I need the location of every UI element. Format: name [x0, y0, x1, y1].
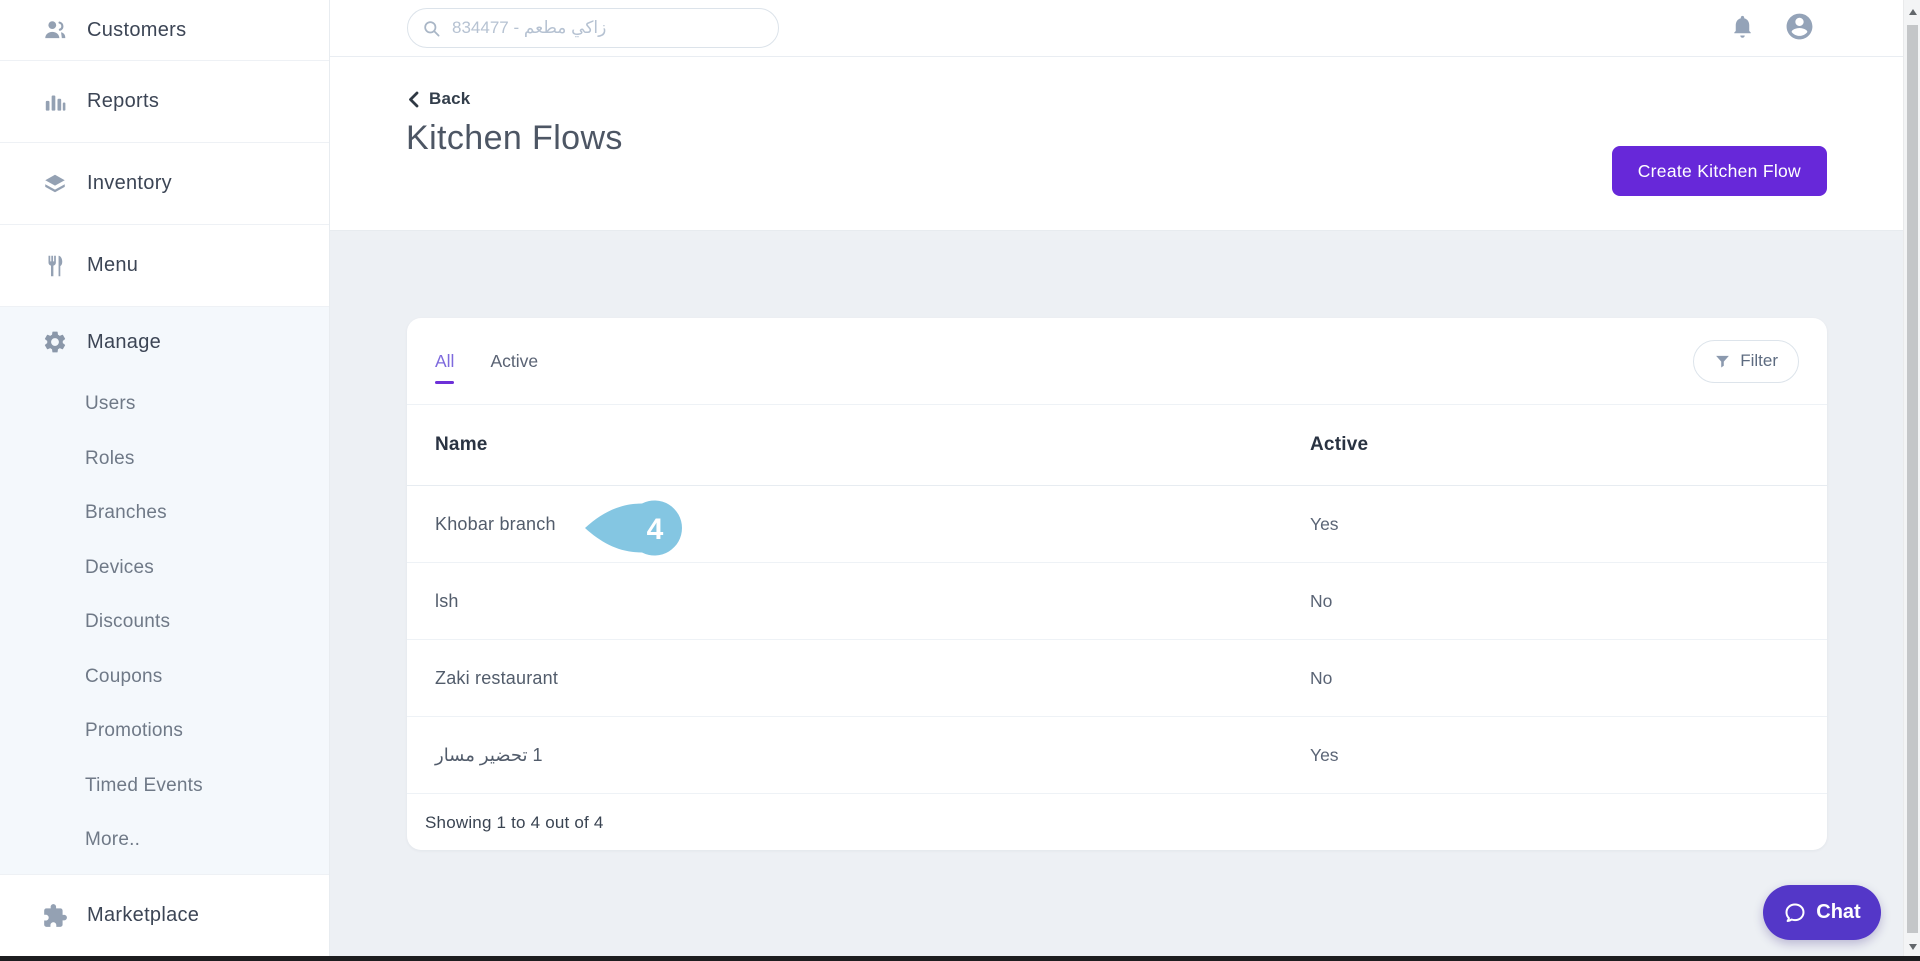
- sidebar-manage-section: Manage Users Roles Branches Devices Disc…: [0, 307, 329, 875]
- create-kitchen-flow-button[interactable]: Create Kitchen Flow: [1612, 146, 1827, 196]
- sidebar-item-label: Manage: [87, 331, 161, 354]
- page-header: Back Kitchen Flows Create Kitchen Flow: [330, 57, 1903, 231]
- table-row[interactable]: Khobar branch Yes: [407, 486, 1827, 563]
- search-icon: [422, 19, 441, 38]
- sidebar-item-customers[interactable]: Customers: [0, 0, 329, 61]
- tabs: All Active: [435, 341, 538, 382]
- showing-count-text: Showing 1 to 4 out of 4: [425, 813, 604, 833]
- sidebar-item-label: Marketplace: [87, 904, 199, 927]
- chat-label: Chat: [1816, 901, 1860, 924]
- table-row[interactable]: Zaki restaurant No: [407, 640, 1827, 717]
- sidebar-item-label: Menu: [87, 254, 138, 277]
- column-header-name: Name: [435, 434, 1310, 456]
- scrollbar[interactable]: [1903, 0, 1920, 961]
- table-header-row: Name Active: [407, 405, 1827, 486]
- gear-icon: [42, 329, 68, 355]
- inventory-layers-icon: [42, 171, 68, 197]
- filter-label: Filter: [1740, 351, 1778, 371]
- row-name: Khobar branch: [435, 514, 1310, 535]
- back-label: Back: [429, 89, 470, 109]
- user-avatar-icon[interactable]: [1784, 11, 1815, 47]
- sidebar-item-promotions[interactable]: Promotions: [0, 704, 329, 759]
- menu-cutlery-icon: [42, 253, 68, 279]
- chat-bubble-icon: [1783, 901, 1807, 925]
- marketplace-puzzle-icon: [42, 903, 68, 929]
- bell-icon[interactable]: [1729, 13, 1756, 45]
- sidebar-item-label: Reports: [87, 90, 159, 113]
- search-box: [407, 8, 779, 48]
- sidebar-item-manage[interactable]: Manage: [0, 307, 329, 377]
- sidebar-item-roles[interactable]: Roles: [0, 432, 329, 487]
- row-name: مسار‎ تحضير‎ 1: [435, 745, 1310, 766]
- chat-button[interactable]: Chat: [1763, 885, 1881, 940]
- row-active-value: Yes: [1310, 514, 1827, 535]
- card-toolbar: All Active Filter: [407, 318, 1827, 405]
- table-footer: Showing 1 to 4 out of 4: [407, 794, 1827, 851]
- app-window: Customers Reports Inventory Menu: [0, 0, 1920, 961]
- scroll-down-arrow-icon[interactable]: [1904, 938, 1920, 955]
- page-title: Kitchen Flows: [406, 119, 623, 158]
- tab-all[interactable]: All: [435, 341, 454, 382]
- back-link[interactable]: Back: [408, 89, 470, 109]
- row-active-value: No: [1310, 591, 1827, 612]
- sidebar-item-reports[interactable]: Reports: [0, 61, 329, 143]
- sidebar-item-label: Customers: [87, 19, 186, 42]
- sidebar-item-inventory[interactable]: Inventory: [0, 143, 329, 225]
- row-active-value: Yes: [1310, 745, 1827, 766]
- funnel-icon: [1714, 353, 1731, 370]
- table-row[interactable]: مسار‎ تحضير‎ 1 Yes: [407, 717, 1827, 794]
- sidebar-item-label: Inventory: [87, 172, 172, 195]
- topbar-icons: [1729, 0, 1815, 57]
- filter-button[interactable]: Filter: [1693, 340, 1799, 383]
- sidebar-item-coupons[interactable]: Coupons: [0, 650, 329, 705]
- topbar: [330, 0, 1903, 57]
- sidebar-item-menu[interactable]: Menu: [0, 225, 329, 307]
- scrollbar-thumb[interactable]: [1907, 25, 1918, 933]
- row-name: lsh: [435, 591, 1310, 612]
- sidebar-item-discounts[interactable]: Discounts: [0, 595, 329, 650]
- scroll-up-arrow-icon[interactable]: [1904, 3, 1920, 20]
- sidebar-item-timed-events[interactable]: Timed Events: [0, 759, 329, 814]
- search-input[interactable]: [452, 18, 752, 38]
- row-name: Zaki restaurant: [435, 668, 1310, 689]
- sidebar-item-devices[interactable]: Devices: [0, 541, 329, 596]
- window-bottom-edge: [0, 956, 1920, 961]
- tab-active[interactable]: Active: [490, 341, 538, 382]
- chevron-left-icon: [408, 91, 419, 108]
- sidebar-item-marketplace[interactable]: Marketplace: [0, 875, 329, 956]
- table-row[interactable]: lsh No: [407, 563, 1827, 640]
- kitchen-flows-card: All Active Filter Name Active Khobar bra…: [407, 318, 1827, 850]
- sidebar-item-branches[interactable]: Branches: [0, 486, 329, 541]
- column-header-active: Active: [1310, 434, 1827, 456]
- customers-people-icon: [42, 17, 68, 43]
- sidebar: Customers Reports Inventory Menu: [0, 0, 330, 956]
- sidebar-item-more[interactable]: More..: [0, 813, 329, 868]
- sidebar-item-users[interactable]: Users: [0, 377, 329, 432]
- reports-bar-chart-icon: [42, 89, 68, 115]
- row-active-value: No: [1310, 668, 1827, 689]
